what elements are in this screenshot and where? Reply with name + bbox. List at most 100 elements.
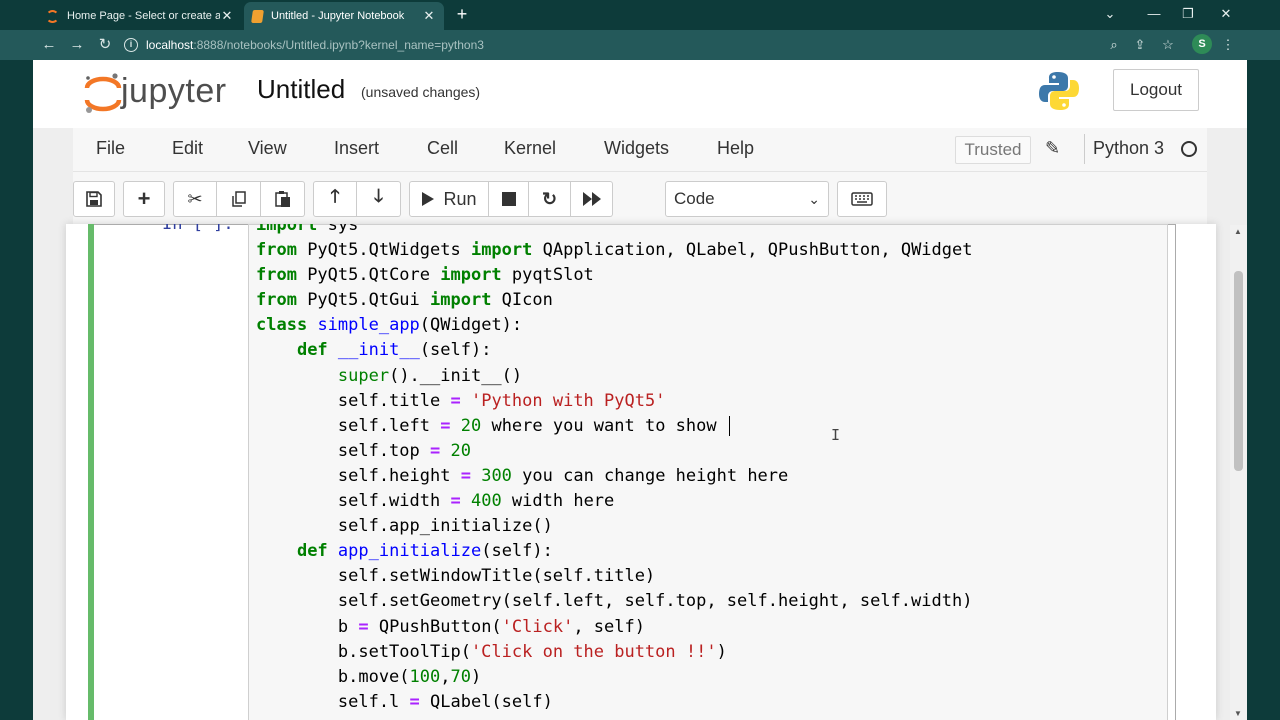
code-line: def app_initialize(self): xyxy=(296,541,553,562)
url-path: :8888/notebooks/Untitled.ipynb?kernel_na… xyxy=(193,38,484,52)
code-line: self.width = 400 width here xyxy=(256,491,615,512)
arrow-up-icon: 🡑 xyxy=(330,186,340,206)
play-icon xyxy=(422,192,435,206)
menu-cell[interactable]: Cell xyxy=(427,138,458,159)
kernel-idle-indicator-icon xyxy=(1181,141,1197,157)
code-line: def __init__(self): xyxy=(296,340,492,361)
share-icon[interactable]: ⇪ xyxy=(1130,35,1150,55)
vertical-scrollbar[interactable]: ▲ ▼ xyxy=(1230,225,1247,720)
edit-pencil-icon[interactable]: ✎ xyxy=(1045,138,1060,159)
menu-file[interactable]: File xyxy=(96,138,125,159)
menu-insert[interactable]: Insert xyxy=(334,138,379,159)
code-line: self.setWindowTitle(self.title) xyxy=(256,566,656,587)
bookmark-star-icon[interactable]: ☆ xyxy=(1158,35,1178,55)
code-line: from PyQt5.QtGui import QIcon xyxy=(256,290,553,311)
browser-tab-strip: Home Page - Select or create a n ✕ Untit… xyxy=(0,0,1280,30)
menu-view[interactable]: View xyxy=(248,138,287,159)
tab-home-page[interactable]: Home Page - Select or create a n ✕ xyxy=(38,2,242,30)
mouse-ibeam-cursor-icon: I xyxy=(831,426,841,444)
minimize-button[interactable]: — xyxy=(1142,4,1166,24)
code-line: b = QPushButton('Click', self) xyxy=(256,616,645,637)
move-down-button[interactable]: 🡓 xyxy=(357,181,401,217)
code-line: from PyQt5.QtWidgets import QApplication… xyxy=(256,240,973,261)
chevron-down-icon: ⌄ xyxy=(808,191,820,207)
notebook-name[interactable]: Untitled xyxy=(257,74,345,105)
new-tab-button[interactable]: + xyxy=(452,4,472,24)
menu-kernel[interactable]: Kernel xyxy=(504,138,556,159)
trusted-indicator[interactable]: Trusted xyxy=(955,136,1031,164)
back-arrow-icon[interactable]: ← xyxy=(38,35,60,55)
code-line: b.move(100,70) xyxy=(256,666,482,687)
code-line: self.height = 300 you can change height … xyxy=(256,465,789,486)
code-line: import sys xyxy=(256,224,359,235)
jupyter-favicon-icon xyxy=(46,9,59,23)
scissors-icon: ✂ xyxy=(187,188,203,209)
url-host: localhost xyxy=(146,38,194,52)
scroll-up-icon[interactable]: ▲ xyxy=(1234,227,1242,236)
fast-forward-icon xyxy=(582,192,601,206)
close-icon[interactable]: ✕ xyxy=(422,8,436,24)
code-line: self.left = 20 where you want to show xyxy=(256,414,972,439)
notebook-container: In [ ]: import sys from PyQt5.QtWidgets i… xyxy=(66,224,1216,720)
arrow-down-icon: 🡓 xyxy=(373,186,384,206)
copy-icon xyxy=(231,191,246,207)
zoom-icon[interactable]: ⌕ xyxy=(1104,35,1124,55)
cell-type-select[interactable]: Code ⌄ xyxy=(665,181,829,217)
code-line: class simple_app(QWidget): xyxy=(256,315,523,336)
tab-search-chevron-icon[interactable]: ⌄ xyxy=(1098,4,1122,24)
interrupt-button[interactable] xyxy=(489,181,529,217)
window-frame-right xyxy=(1247,60,1280,720)
paste-button[interactable] xyxy=(261,181,305,217)
profile-avatar[interactable]: S xyxy=(1192,34,1212,54)
window-frame-left xyxy=(0,60,33,720)
notebook-favicon-icon xyxy=(251,9,264,23)
scrollbar-thumb[interactable] xyxy=(1234,271,1243,471)
code-line: self.setGeometry(self.left, self.top, se… xyxy=(256,591,973,612)
forward-arrow-icon[interactable]: → xyxy=(66,35,88,55)
maximize-button[interactable]: ❐ xyxy=(1176,4,1200,24)
menu-widgets[interactable]: Widgets xyxy=(604,138,669,159)
copy-button[interactable] xyxy=(217,181,261,217)
close-icon[interactable]: ✕ xyxy=(220,8,234,24)
menubar: File Edit View Insert Cell Kernel Widget… xyxy=(73,128,1207,172)
close-window-button[interactable]: ✕ xyxy=(1214,4,1238,24)
menu-edit[interactable]: Edit xyxy=(172,138,203,159)
autosave-status: (unsaved changes) xyxy=(361,84,481,100)
cell-prompt: In [ ]: xyxy=(162,224,234,234)
restart-button[interactable]: ↻ xyxy=(529,181,571,217)
restart-run-all-button[interactable] xyxy=(571,181,613,217)
text-cursor xyxy=(728,415,730,436)
code-line: from PyQt5.QtCore import pyqtSlot xyxy=(256,265,594,286)
restart-icon: ↻ xyxy=(541,188,558,209)
tab-label: Untitled - Jupyter Notebook xyxy=(271,10,405,22)
url-input[interactable]: i localhost:8888/notebooks/Untitled.ipyn… xyxy=(124,33,1144,57)
code-text[interactable]: import sys from PyQt5.QtWidgets import QA… xyxy=(256,224,972,715)
insert-cell-button[interactable]: + xyxy=(123,181,165,217)
scroll-down-icon[interactable]: ▼ xyxy=(1234,709,1242,718)
notebook-toolbar: + ✂ 🡑 🡓 Run ↻ Code ⌄ xyxy=(73,172,1207,224)
run-button[interactable]: Run xyxy=(409,181,489,217)
menu-kebab-icon[interactable]: ⋮ xyxy=(1218,35,1238,55)
stop-icon xyxy=(501,192,516,206)
save-button[interactable] xyxy=(73,181,115,217)
kernel-name[interactable]: Python 3 xyxy=(1093,138,1164,159)
reload-icon[interactable]: ↻ xyxy=(94,35,116,55)
code-line: self.top = 20 xyxy=(256,440,471,461)
cut-button[interactable]: ✂ xyxy=(173,181,217,217)
tab-untitled-notebook[interactable]: Untitled - Jupyter Notebook ✕ xyxy=(244,2,444,30)
jupyter-logo-text: jupyter xyxy=(121,72,227,110)
menu-help[interactable]: Help xyxy=(717,138,754,159)
move-up-button[interactable]: 🡑 xyxy=(313,181,357,217)
code-line: super().__init__() xyxy=(337,365,523,386)
code-line: self.title = 'Python with PyQt5' xyxy=(256,390,666,411)
tab-label: Home Page - Select or create a n xyxy=(67,10,220,22)
paste-icon xyxy=(274,191,290,207)
address-bar-row: ← → ↻ i localhost:8888/notebooks/Untitle… xyxy=(0,30,1280,60)
keyboard-icon xyxy=(851,192,873,206)
command-palette-button[interactable] xyxy=(837,181,887,217)
run-label: Run xyxy=(443,188,477,209)
logout-button[interactable]: Logout xyxy=(1113,69,1199,111)
cell-edit-mode-bar xyxy=(88,224,94,720)
site-info-icon[interactable]: i xyxy=(124,38,138,52)
jupyter-header: jupyter Untitled (unsaved changes) Logou… xyxy=(33,60,1247,128)
